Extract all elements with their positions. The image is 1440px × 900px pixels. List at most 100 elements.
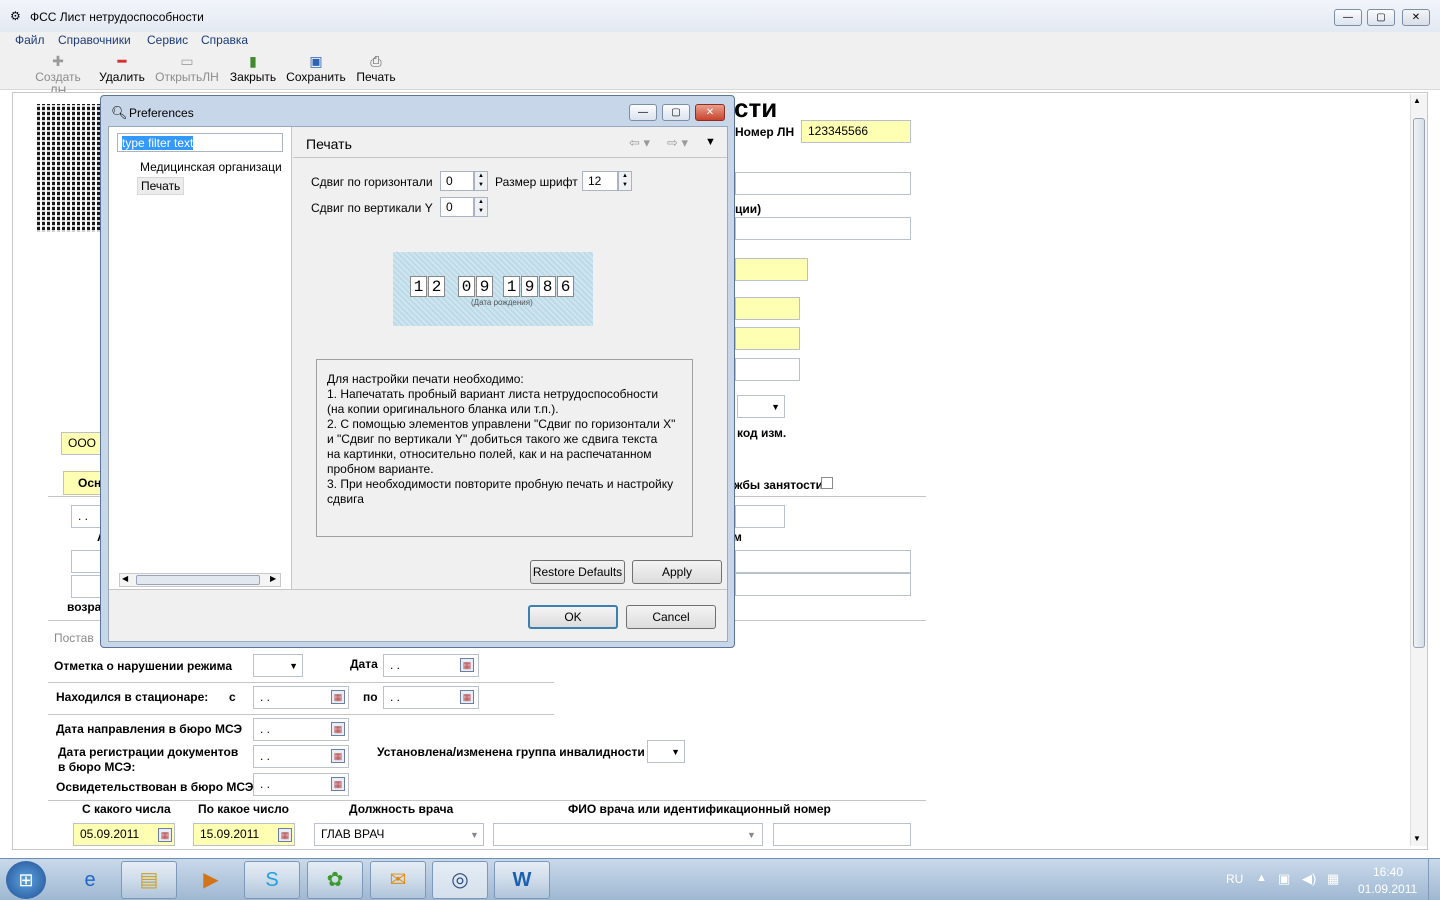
doctor-id-field[interactable] — [773, 823, 911, 846]
media-player-icon[interactable]: ▶ — [183, 861, 239, 899]
language-indicator[interactable]: RU — [1226, 872, 1243, 886]
minimize-button[interactable]: — — [1334, 9, 1362, 26]
form-field-yellow-2[interactable] — [735, 297, 800, 320]
calendar-icon[interactable]: ▦ — [331, 722, 345, 736]
apply-button[interactable]: Apply — [632, 560, 722, 584]
from-label: с — [229, 690, 236, 704]
clock-time[interactable]: 16:40 — [1373, 865, 1403, 879]
menu-help[interactable]: Справка — [201, 33, 248, 47]
horizontal-scrollbar[interactable]: ◀ ▶ — [119, 573, 281, 587]
org-field[interactable] — [735, 217, 911, 240]
calendar-icon[interactable]: ▦ — [460, 658, 474, 672]
calendar-icon[interactable]: ▦ — [331, 749, 345, 763]
font-size-label: Размер шрифт — [495, 175, 578, 189]
dialog-close-button[interactable]: ✕ — [695, 104, 725, 121]
form-field-yellow-1[interactable] — [735, 258, 808, 281]
sample-digit: 9 — [521, 276, 538, 297]
view-menu-icon[interactable]: ▼ — [705, 136, 716, 148]
address-field-right-2[interactable] — [735, 573, 911, 596]
delete-button[interactable]: ━ Удалить — [99, 52, 145, 84]
sample-digit: 0 — [458, 276, 475, 297]
tree-item-medical-org[interactable]: Медицинская организаци — [140, 160, 282, 174]
form-field-2[interactable] — [735, 358, 800, 381]
tab-main[interactable]: Осн — [63, 471, 103, 495]
word-icon[interactable]: W — [494, 861, 550, 899]
icq-icon[interactable]: ✿ — [307, 861, 363, 899]
menu-service[interactable]: Сервис — [147, 33, 188, 47]
calendar-icon[interactable]: ▦ — [158, 828, 172, 842]
toolbar: ✚ Создать ЛН ━ Удалить ▭ ОткрытьЛН ▮ Зак… — [0, 50, 1440, 98]
scrollbar-thumb[interactable] — [1413, 118, 1425, 648]
disability-select[interactable]: ▼ — [647, 740, 685, 763]
form-field-yellow-3[interactable] — [735, 327, 800, 350]
windows-explorer-icon[interactable]: ▤ — [121, 861, 177, 899]
scroll-down-icon[interactable]: ▼ — [1413, 834, 1421, 843]
ok-button[interactable]: OK — [528, 605, 618, 629]
scroll-up-icon[interactable]: ▲ — [1413, 96, 1421, 105]
calendar-icon[interactable]: ▦ — [278, 828, 292, 842]
scroll-left-icon[interactable]: ◀ — [122, 574, 128, 583]
address-field-right-1[interactable] — [735, 550, 911, 573]
start-button[interactable]: ⊞ — [6, 861, 46, 899]
v-shift-stepper[interactable]: ▲ ▼ — [474, 197, 488, 217]
address-field-left-2[interactable] — [71, 575, 103, 598]
menu-references[interactable]: Справочники — [58, 33, 131, 47]
menu-file[interactable]: Файл — [15, 33, 45, 47]
cancel-button[interactable]: Cancel — [626, 605, 716, 629]
open-ln-button[interactable]: ▭ ОткрытьЛН — [154, 52, 220, 84]
menu-bar: Файл Справочники Сервис Справка — [0, 32, 1440, 50]
print-button[interactable]: ⎙ Печать — [355, 52, 397, 84]
date-field-left[interactable]: . . — [71, 505, 103, 528]
dialog-button-bar: OK Cancel — [109, 589, 727, 641]
sample-digit: 2 — [428, 276, 445, 297]
violation-select[interactable]: ▼ — [253, 654, 303, 677]
fss-app-icon[interactable]: ◎ — [432, 861, 488, 899]
skype-icon[interactable]: S — [244, 861, 300, 899]
network-icon[interactable]: ▦ — [1327, 871, 1339, 887]
tree-item-print[interactable]: Печать — [137, 177, 185, 195]
show-desktop-button[interactable] — [1428, 859, 1440, 900]
form-field-1[interactable] — [735, 172, 911, 195]
font-size-spinner[interactable]: 12 — [582, 171, 618, 191]
position-select[interactable]: ГЛАВ ВРАЧ — [314, 823, 484, 846]
maximize-button[interactable]: ▢ — [1367, 9, 1395, 26]
back-arrow-icon[interactable]: ⇦ ▾ — [629, 135, 650, 151]
calendar-icon[interactable]: ▦ — [331, 777, 345, 791]
restore-defaults-button[interactable]: Restore Defaults — [530, 560, 625, 584]
scroll-right-icon[interactable]: ▶ — [270, 574, 276, 583]
clock-date[interactable]: 01.09.2011 — [1358, 882, 1417, 896]
outlook-icon[interactable]: ✉ — [370, 861, 426, 899]
dialog-maximize-button[interactable]: ▢ — [662, 104, 690, 121]
sample-digit: 9 — [476, 276, 493, 297]
vertical-scrollbar[interactable]: ▲ ▼ — [1410, 94, 1427, 846]
doctor-select[interactable] — [493, 823, 763, 846]
forward-arrow-icon[interactable]: ⇨ ▾ — [667, 135, 688, 151]
address-field-left-1[interactable] — [71, 550, 103, 573]
org-name-field[interactable]: ООО — [61, 432, 101, 455]
chevron-down-icon: ▼ — [470, 830, 479, 840]
code-select[interactable]: ▼ — [737, 395, 785, 418]
internet-explorer-icon[interactable]: e — [62, 861, 118, 899]
save-button[interactable]: ▣ Сохранить — [286, 52, 346, 84]
close-button[interactable]: ✕ — [1402, 9, 1430, 26]
calendar-icon[interactable]: ▦ — [460, 690, 474, 704]
h-shift-stepper[interactable]: ▲ ▼ — [474, 171, 488, 191]
employment-checkbox[interactable] — [821, 477, 833, 489]
col-position-header: Должность врача — [349, 802, 454, 816]
h-shift-spinner[interactable]: 0 — [440, 171, 474, 191]
date-field-right[interactable] — [735, 505, 785, 528]
font-size-stepper[interactable]: ▲ ▼ — [618, 171, 632, 191]
dialog-minimize-button[interactable]: — — [629, 104, 657, 121]
volume-icon[interactable]: ◀) — [1302, 871, 1316, 887]
ln-number-field[interactable]: 123345566 — [801, 120, 911, 143]
app-icon: ⚙ — [10, 9, 21, 23]
scrollbar-thumb[interactable] — [136, 575, 260, 585]
v-shift-spinner[interactable]: 0 — [440, 197, 474, 217]
filter-input[interactable]: type filter text — [117, 133, 283, 152]
close-doc-button[interactable]: ▮ Закрыть — [229, 52, 277, 84]
tray-arrow-icon[interactable]: ▲ — [1256, 872, 1267, 884]
employment-label: жбы занятости — [734, 478, 824, 492]
floppy-icon: ▣ — [309, 53, 323, 69]
tray-app-icon[interactable]: ▣ — [1278, 871, 1290, 887]
calendar-icon[interactable]: ▦ — [331, 690, 345, 704]
